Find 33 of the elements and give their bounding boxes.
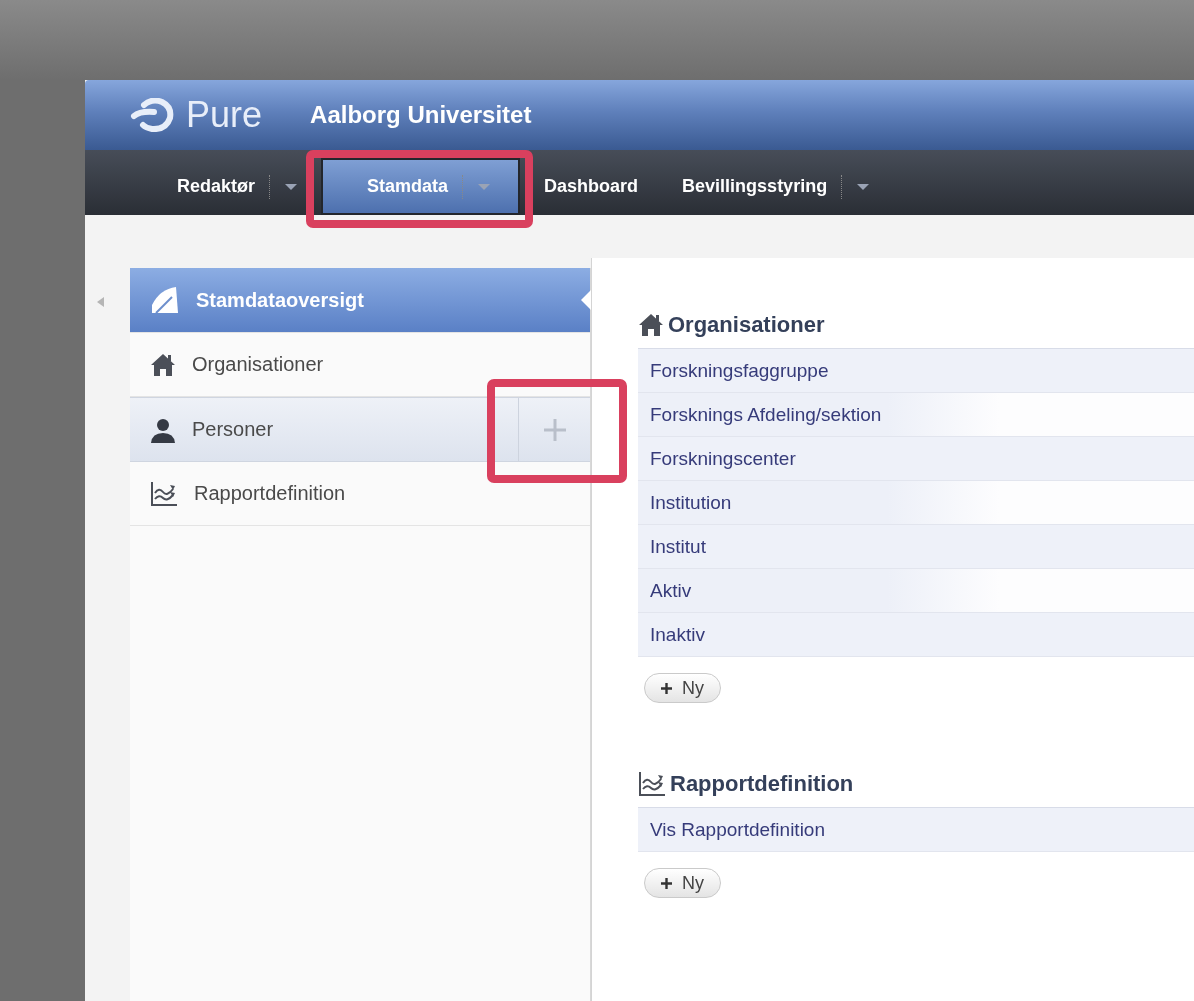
sidebar-item[interactable]: Rapportdefinition <box>130 462 590 526</box>
logo-icon <box>130 98 174 132</box>
caret-icon[interactable] <box>285 182 298 191</box>
logo-text[interactable]: Pure <box>186 94 263 136</box>
person-icon <box>150 416 176 443</box>
section-title: Rapportdefinition <box>638 767 1194 801</box>
nav-tab[interactable]: Stamdata <box>323 160 519 213</box>
nav-tab[interactable]: Redaktør <box>159 160 316 213</box>
section-icon <box>150 285 180 315</box>
plus-icon <box>661 682 672 694</box>
chart-icon <box>150 480 178 507</box>
plus-icon <box>543 418 566 441</box>
house-icon <box>638 313 664 337</box>
nav-tab[interactable]: Dashboard <box>526 160 657 213</box>
sidebar-item[interactable]: Personer <box>130 397 590 462</box>
list-row[interactable]: Institut <box>638 525 1194 569</box>
caret-icon[interactable] <box>857 182 870 191</box>
list-row[interactable]: Aktiv <box>638 569 1194 613</box>
list-row[interactable]: Forsknings Afdeling/sektion <box>638 393 1194 437</box>
institution-name: Aalborg Universitet <box>310 101 532 129</box>
collapse-icon[interactable] <box>97 297 105 307</box>
chart-icon <box>638 771 666 797</box>
house-icon <box>150 352 176 377</box>
list-row[interactable]: Forskningsfaggruppe <box>638 349 1194 393</box>
plus-icon <box>661 877 672 889</box>
new-button[interactable]: Ny <box>644 673 721 703</box>
list-row[interactable]: Inaktiv <box>638 613 1194 657</box>
section-title: Organisationer <box>638 308 1194 342</box>
nav-tab[interactable]: Bevillingsstyring <box>664 160 888 213</box>
list-row[interactable]: Institution <box>638 481 1194 525</box>
new-button[interactable]: Ny <box>644 868 721 898</box>
list-row[interactable]: Forskningscenter <box>638 437 1194 481</box>
list-row[interactable]: Vis Rapportdefinition <box>638 808 1194 852</box>
